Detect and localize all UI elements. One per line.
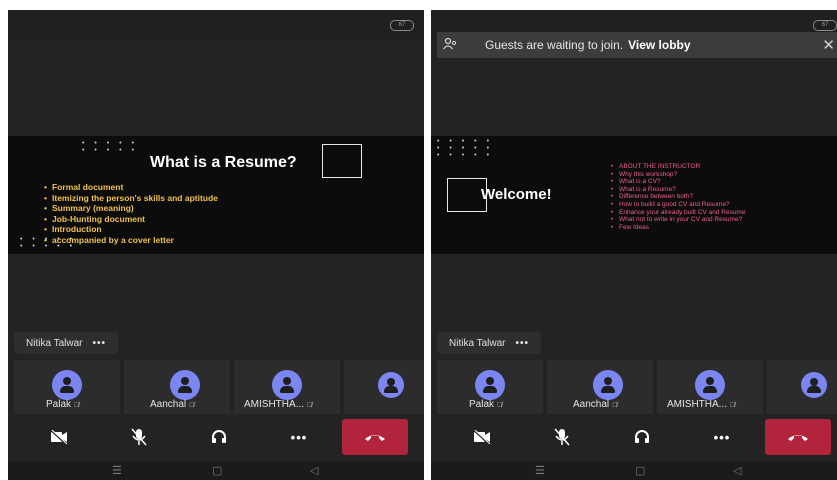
avatar [52, 370, 82, 400]
presenter-name: Nitika Talwar [449, 337, 506, 349]
slide-bullet: Job-Hunting document [44, 214, 218, 225]
call-controls: ••• [431, 418, 837, 456]
presenter-name: Nitika Talwar [26, 337, 83, 349]
phone-hangup-icon [788, 435, 808, 441]
participant-tile[interactable]: Palak 🎙̸ [14, 360, 120, 414]
avatar [272, 370, 302, 400]
android-nav-bar: ☰ ▢ ◁ [8, 462, 424, 480]
home-icon[interactable]: ▢ [635, 464, 645, 477]
mic-off-icon: 🎙̸ [74, 402, 80, 409]
audio-button[interactable] [204, 422, 234, 452]
call-controls: ••• [8, 418, 424, 456]
slide-title: What is a Resume? [150, 154, 297, 171]
participant-tile[interactable]: Aanchal 🎙̸ [124, 360, 230, 414]
presenter-more-icon[interactable]: ••• [516, 338, 530, 349]
participant-name: AMISHTHA... 🎙̸ [667, 399, 736, 410]
participant-tile[interactable] [344, 360, 424, 414]
participant-name: Palak 🎙̸ [469, 399, 503, 410]
avatar [801, 372, 827, 398]
people-icon [442, 37, 463, 53]
presenter-name-chip[interactable]: Nitika Talwar ••• [14, 332, 119, 354]
left-phone-screen: 67 • • • • • • • • • • What is a Resume? … [8, 10, 424, 480]
agenda-item: Why this workshop? [611, 171, 745, 179]
avatar [695, 370, 725, 400]
back-icon[interactable]: ◁ [310, 464, 318, 477]
camera-off-button[interactable] [467, 422, 497, 452]
agenda-item: What is a CV? [611, 178, 745, 186]
home-icon[interactable]: ▢ [212, 464, 222, 477]
agenda-item: Enhance your already built CV and Resume [611, 209, 745, 217]
avatar [378, 372, 404, 398]
mic-off-icon: 🎙̸ [189, 402, 195, 409]
end-call-button[interactable] [765, 419, 831, 455]
slide-frame-decoration [322, 144, 362, 178]
shared-slide: • • • • •• • • • •• • • • • Welcome! ABO… [431, 136, 837, 254]
slide-bullet: Summary (meaning) [44, 203, 218, 214]
battery-indicator: 67 [813, 20, 837, 31]
decorative-dots: • • • • • • • • • • • • • • • [437, 138, 494, 159]
agenda-item: What not to write in your CV and Resume? [611, 216, 745, 224]
agenda-item: What is a Resume? [611, 186, 745, 194]
back-icon[interactable]: ◁ [733, 464, 741, 477]
mute-button[interactable] [547, 422, 577, 452]
decorative-dots: • • • • • • • • • • [20, 236, 77, 250]
phone-hangup-icon [365, 435, 385, 441]
mic-off-icon [131, 428, 147, 446]
slide-bullet: Formal document [44, 182, 218, 193]
avatar [170, 370, 200, 400]
more-options-button[interactable]: ••• [284, 422, 314, 452]
audio-button[interactable] [627, 422, 657, 452]
agenda-item: How to build a good CV and Resume? [611, 201, 745, 209]
agenda-item: ABOUT THE INSTRUCTOR [611, 163, 745, 171]
headset-icon [635, 430, 649, 443]
slide-bullet: Itemizing the person's skills and aptitu… [44, 193, 218, 204]
mic-off-icon [554, 428, 570, 446]
android-nav-bar: ☰ ▢ ◁ [431, 462, 837, 480]
video-off-icon [50, 430, 68, 444]
participant-name: AMISHTHA... 🎙̸ [244, 399, 313, 410]
view-lobby-link[interactable]: View lobby [628, 38, 690, 52]
avatar [475, 370, 505, 400]
slide-bullet: Introduction [44, 224, 218, 235]
mute-button[interactable] [124, 422, 154, 452]
menu-icon[interactable]: ☰ [535, 464, 545, 477]
menu-icon[interactable]: ☰ [112, 464, 122, 477]
mic-off-icon: 🎙̸ [497, 402, 503, 409]
headset-icon [212, 430, 226, 443]
agenda-list: ABOUT THE INSTRUCTOR Why this workshop? … [611, 163, 745, 231]
decorative-dots: • • • • • • • • • • [82, 140, 139, 154]
video-off-icon [473, 430, 491, 444]
agenda-item: Difference between both? [611, 193, 745, 201]
participant-name: Palak 🎙̸ [46, 399, 80, 410]
mic-off-icon: 🎙̸ [730, 402, 736, 409]
participant-tile[interactable]: Palak 🎙̸ [437, 360, 543, 414]
close-icon[interactable]: ✕ [822, 36, 835, 54]
participant-tile[interactable]: AMISHTHA... 🎙̸ [234, 360, 340, 414]
status-bar: 67 [8, 10, 424, 40]
lobby-banner-text: Guests are waiting to join. [485, 38, 624, 52]
camera-off-button[interactable] [44, 422, 74, 452]
presenter-more-icon[interactable]: ••• [93, 338, 107, 349]
agenda-item: Few Ideas [611, 224, 745, 232]
end-call-button[interactable] [342, 419, 408, 455]
participant-name: Aanchal 🎙̸ [150, 399, 195, 410]
shared-slide: • • • • •• • • • • What is a Resume? For… [8, 136, 424, 254]
presenter-name-chip[interactable]: Nitika Talwar ••• [437, 332, 542, 354]
participant-tile[interactable]: Aanchal 🎙̸ [547, 360, 653, 414]
participant-tile[interactable] [767, 360, 837, 414]
slide-title: Welcome! [481, 186, 552, 203]
lobby-banner[interactable]: Guests are waiting to join. View lobby ✕ [437, 32, 837, 58]
avatar [593, 370, 623, 400]
mic-off-icon: 🎙̸ [307, 402, 313, 409]
mic-off-icon: 🎙̸ [612, 402, 618, 409]
participant-name: Aanchal 🎙̸ [573, 399, 618, 410]
screen-divider [424, 0, 431, 480]
more-options-button[interactable]: ••• [707, 422, 737, 452]
right-phone-screen: 67 Guests are waiting to join. View lobb… [431, 10, 837, 480]
battery-indicator: 67 [390, 20, 414, 31]
participant-tile[interactable]: AMISHTHA... 🎙̸ [657, 360, 763, 414]
